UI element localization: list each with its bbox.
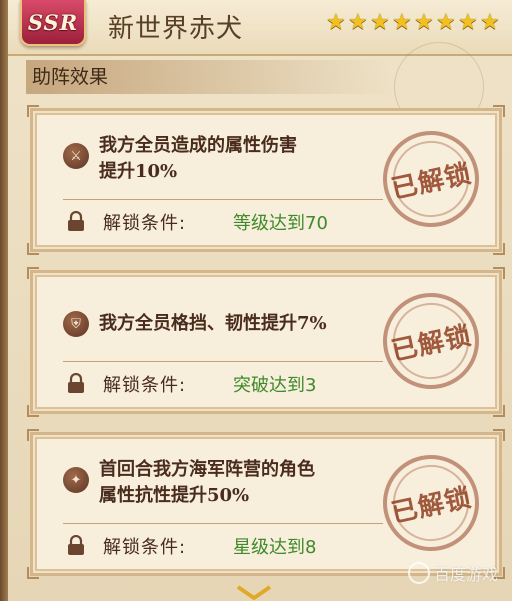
support-effect-card: ⚔ 我方全员造成的属性伤害 提升10% 解锁条件: 等级达到70 已解锁 xyxy=(27,105,505,255)
rarity-badge: SSR xyxy=(20,0,86,46)
card-corner xyxy=(493,243,505,255)
effect-line: 我方全员造成的属性伤害 xyxy=(99,135,297,156)
support-effect-card: ⛨ 我方全员格挡、韧性提升7% 解锁条件: 突破达到3 已解锁 xyxy=(27,267,505,417)
effect-line: 首回合我方海军阵营的角色 xyxy=(99,459,315,480)
unlocked-stamp: 已解锁 xyxy=(374,284,488,398)
lock-icon xyxy=(68,535,84,555)
watermark: 百度游戏 xyxy=(407,561,498,585)
effect-description: 我方全员造成的属性伤害 提升10% xyxy=(99,133,297,185)
watermark-logo-icon xyxy=(407,562,430,584)
effect-line: 提升10% xyxy=(99,161,178,182)
support-effect-card: ✦ 首回合我方海军阵营的角色 属性抗性提升50% 解锁条件: 星级达到8 已解锁 xyxy=(27,429,505,579)
unlock-condition-value: 等级达到70 xyxy=(233,213,328,234)
card-corner xyxy=(27,405,39,417)
star-icon: ★ xyxy=(370,10,390,35)
star-icon: ★ xyxy=(414,10,434,35)
effect-description: 我方全员格挡、韧性提升7% xyxy=(99,311,327,337)
unlock-condition-label: 解锁条件: xyxy=(103,375,187,396)
star-rating: ★ ★ ★ ★ ★ ★ ★ ★ xyxy=(326,12,502,34)
star-icon: ★ xyxy=(458,10,478,35)
card-corner xyxy=(27,429,39,441)
star-icon: ★ xyxy=(392,10,412,35)
star-icon: ★ xyxy=(436,10,456,35)
card-corner xyxy=(27,105,39,117)
shield-icon: ⛨ xyxy=(63,311,89,337)
star-icon: ★ xyxy=(480,10,500,35)
lock-icon xyxy=(68,373,84,393)
unlocked-stamp: 已解锁 xyxy=(374,122,488,236)
section-title: 助阵效果 xyxy=(26,60,392,94)
card-corner xyxy=(493,267,505,279)
rarity-label: SSR xyxy=(27,9,79,35)
unlock-condition-value: 星级达到8 xyxy=(233,537,317,558)
card-corner xyxy=(27,243,39,255)
unlocked-stamp: 已解锁 xyxy=(374,446,488,560)
star-icon: ★ xyxy=(326,10,346,35)
card-corner xyxy=(493,405,505,417)
lock-icon xyxy=(68,211,84,231)
card-corner xyxy=(27,567,39,579)
sword-crest-icon: ⚔ xyxy=(63,143,89,169)
unlock-condition-value: 突破达到3 xyxy=(233,375,317,396)
star-icon: ★ xyxy=(348,10,368,35)
character-name: 新世界赤犬 xyxy=(108,14,244,44)
card-divider xyxy=(63,361,383,362)
card-divider xyxy=(63,523,383,524)
effect-description: 首回合我方海军阵营的角色 属性抗性提升50% xyxy=(99,457,315,509)
card-corner xyxy=(493,429,505,441)
unlock-condition-label: 解锁条件: xyxy=(103,213,187,234)
effect-line: 我方全员格挡、韧性提升7% xyxy=(99,313,327,334)
watermark-text: 百度游戏 xyxy=(433,565,498,584)
card-corner xyxy=(27,267,39,279)
scroll-down-arrow-icon[interactable] xyxy=(234,585,274,601)
emblem-icon: ✦ xyxy=(63,467,89,493)
effect-line: 属性抗性提升50% xyxy=(99,485,250,506)
unlock-condition-label: 解锁条件: xyxy=(103,537,187,558)
card-divider xyxy=(63,199,383,200)
card-corner xyxy=(493,105,505,117)
panel-left-edge xyxy=(0,0,8,601)
